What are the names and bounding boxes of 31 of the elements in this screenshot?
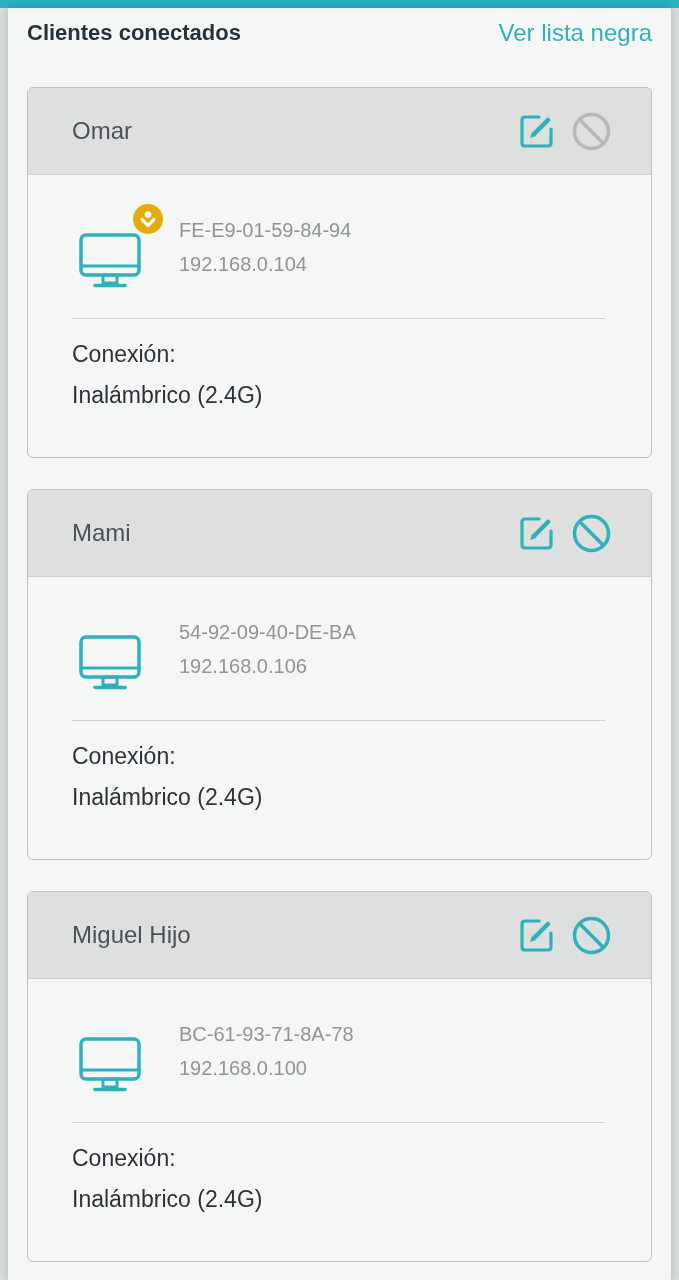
monitor-icon (79, 233, 141, 289)
monitor-icon (79, 1037, 141, 1093)
connection-value: Inalámbrico (2.4G) (72, 783, 264, 812)
ip-address: 192.168.0.100 (179, 1056, 308, 1081)
monitor-icon (79, 635, 141, 691)
edit-button[interactable] (519, 515, 554, 551)
edit-icon (519, 515, 554, 551)
block-button[interactable] (572, 513, 611, 553)
connection-label: Conexión: (72, 340, 177, 369)
client-name: Miguel Hijo (72, 921, 191, 949)
section-title: Clientes conectados (27, 20, 241, 46)
edit-button[interactable] (519, 917, 554, 953)
block-icon (572, 915, 611, 955)
client-name: Mami (72, 519, 131, 547)
client-name: Omar (72, 117, 132, 145)
block-icon (572, 111, 611, 151)
edit-icon (519, 113, 554, 149)
ip-address: 192.168.0.106 (179, 654, 308, 679)
block-button[interactable] (572, 915, 611, 955)
connection-value: Inalámbrico (2.4G) (72, 381, 264, 410)
block-icon (572, 513, 611, 553)
connection-label: Conexión: (72, 1144, 177, 1173)
connection-value: Inalámbrico (2.4G) (72, 1185, 264, 1214)
ip-address: 192.168.0.104 (179, 252, 308, 277)
connection-label: Conexión: (72, 742, 177, 771)
edit-button[interactable] (519, 113, 554, 149)
blacklist-link[interactable]: Ver lista negra (498, 19, 652, 47)
mac-address: BC-61-93-71-8A-78 (179, 1022, 354, 1047)
mac-address: 54-92-09-40-DE-BA (179, 620, 356, 645)
edit-icon (519, 917, 554, 953)
mac-address: FE-E9-01-59-84-94 (179, 218, 352, 243)
